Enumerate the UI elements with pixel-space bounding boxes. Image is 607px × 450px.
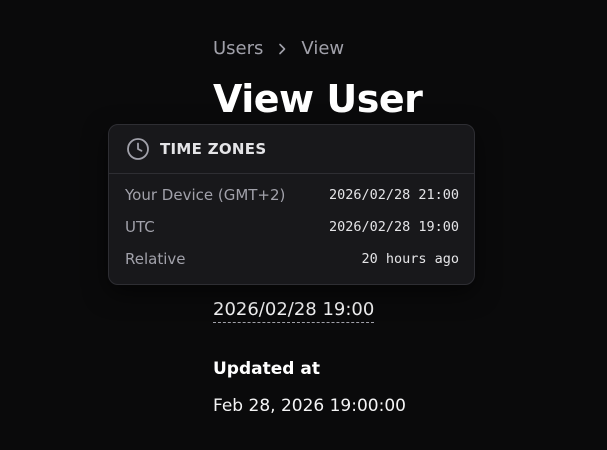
timezone-value: 20 hours ago [361, 251, 459, 267]
clock-icon [126, 137, 150, 161]
timezone-value: 2026/02/28 21:00 [328, 187, 459, 203]
timezone-row-utc: UTC 2026/02/28 19:00 [109, 211, 474, 243]
timezone-row-relative: Relative 20 hours ago [109, 243, 474, 275]
timezone-value: 2026/02/28 19:00 [328, 219, 459, 235]
page-title: View User [213, 77, 423, 121]
timezone-label: Your Device (GMT+2) [125, 186, 286, 204]
timezone-list: Your Device (GMT+2) 2026/02/28 21:00 UTC… [109, 174, 474, 275]
timezone-label: UTC [125, 218, 155, 236]
breadcrumb: Users View [213, 38, 344, 59]
updated-at-label: Updated at [213, 359, 320, 379]
timezone-label: Relative [125, 250, 186, 268]
breadcrumb-users-link[interactable]: Users [213, 38, 263, 59]
timezone-popover-header: TIME ZONES [109, 125, 474, 174]
timezone-popover: TIME ZONES Your Device (GMT+2) 2026/02/2… [108, 124, 475, 285]
timezone-popover-title: TIME ZONES [160, 140, 267, 158]
breadcrumb-current: View [301, 38, 345, 59]
created-at-value[interactable]: 2026/02/28 19:00 [213, 299, 375, 323]
chevron-right-icon [275, 42, 289, 56]
updated-at-value: Feb 28, 2026 19:00:00 [213, 396, 406, 416]
timezone-row-device: Your Device (GMT+2) 2026/02/28 21:00 [109, 179, 474, 211]
